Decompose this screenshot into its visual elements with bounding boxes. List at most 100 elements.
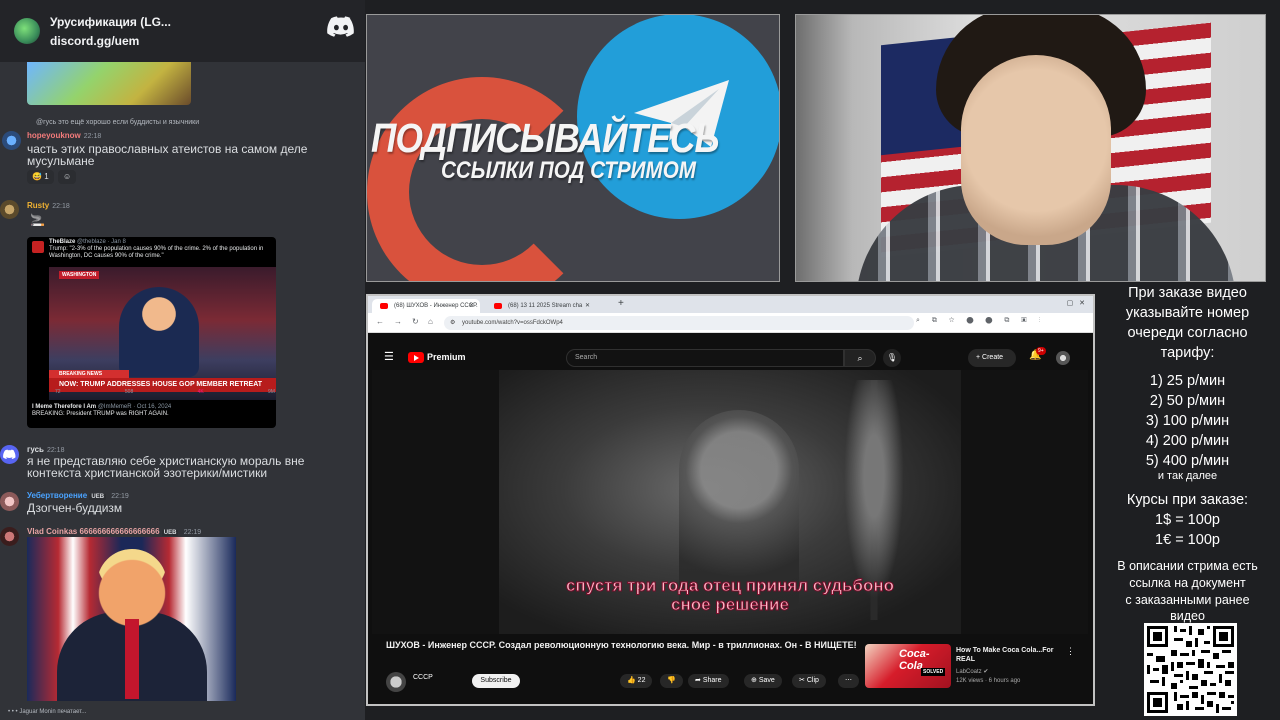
close-tab-icon[interactable]: ✕ (585, 299, 590, 313)
channel-name[interactable]: СССР (413, 674, 433, 681)
browser-tab-active[interactable]: (68) ШУХОВ - Инженер СССР. ✕ (372, 299, 480, 313)
tweet-video[interactable]: WASHINGTON BREAKING NEWS NOW: TRUMP ADDR… (49, 267, 276, 400)
server-invite[interactable]: discord.gg/uem (50, 34, 171, 48)
recommendation-meta: 12K views · 6 hours ago (956, 678, 1021, 684)
forward-icon[interactable]: → (394, 317, 402, 326)
tariff-line: 3) 100 р/мин (1145, 413, 1230, 429)
desc-line: В описании стрима есть (1117, 559, 1258, 573)
username-text[interactable]: Уебертворение (27, 491, 87, 500)
order-line: При заказе видео (1128, 285, 1247, 301)
youtube-logo-icon[interactable] (408, 352, 424, 363)
recommendation-title[interactable]: How To Make Coca Cola...For REAL (956, 646, 1066, 664)
tweet-text: Trump: "2-3% of the population causes 90… (49, 246, 264, 259)
recommendation-channel-name[interactable]: LabCoatz (956, 669, 982, 675)
desc-line: с заказанными ранее (1125, 593, 1250, 607)
username-text[interactable]: hopeyouknow (27, 131, 81, 140)
reply-count[interactable]: 72 (55, 389, 61, 395)
scissors-icon: ✂ (799, 677, 805, 684)
tariff-line: 5) 400 р/мин (1145, 453, 1230, 469)
typing-text: Jaguar Monin печатает... (19, 709, 87, 715)
create-button[interactable]: + Create (968, 349, 1016, 367)
thumbs-down-icon: 👎 (667, 677, 676, 684)
gif-attachment[interactable] (27, 537, 236, 701)
username[interactable]: гусь 22:18 (27, 445, 64, 454)
tweet-author: TheBlaze (49, 239, 76, 245)
previous-image-attachment[interactable] (27, 62, 191, 105)
microphone-icon[interactable]: 🎙 (883, 349, 901, 367)
avatar[interactable] (0, 492, 19, 511)
breaking-news-label: BREAKING NEWS (49, 370, 129, 378)
reload-icon[interactable]: ↻ (412, 317, 419, 326)
avatar[interactable] (2, 131, 21, 150)
webcam-feed (795, 14, 1266, 282)
username[interactable]: Vlad Coinkas 666666666666666666 UEB 22:1… (27, 527, 201, 536)
recommendation-thumbnail[interactable]: Coca-Cola SOLVED (865, 644, 951, 688)
share-icon: ➦ (695, 677, 701, 684)
add-reaction-icon[interactable]: ☺ (58, 170, 77, 184)
desc-line: видео (1170, 609, 1205, 623)
youtube-favicon-icon (494, 303, 502, 309)
youtube-header: ☰ Premium Search ⌕ 🎙 + Create 🔔 9+ (368, 344, 1093, 370)
like-count[interactable]: 4K (198, 389, 204, 395)
toolbar-extension-icons[interactable]: ⌕ ⧉ ☆ ⬤ ⬤ ⧉ ▣ ⋮ (916, 317, 1045, 325)
back-icon[interactable]: ← (376, 317, 384, 326)
server-icon (14, 18, 40, 44)
save-icon: ⊕ (751, 677, 757, 684)
stream-layout: Урусификация (LG... discord.gg/uem @гусь… (0, 0, 1280, 720)
clip-label: Clip (806, 677, 819, 684)
quote-author: I Meme Therefore I Am (32, 404, 97, 410)
search-icon[interactable]: ⌕ (844, 349, 876, 367)
recommendation-channel[interactable]: LabCoatz ✔ (956, 668, 988, 675)
username[interactable]: Rusty 22:18 (27, 201, 70, 210)
url-input[interactable]: ⚙ youtube.com/watch?v=ossFdckOWp4 (444, 316, 914, 330)
timestamp: 22:18 (46, 447, 65, 454)
qr-code[interactable] (1144, 623, 1237, 716)
close-tab-icon[interactable]: ✕ (469, 299, 474, 313)
qr-code-icon (1147, 626, 1234, 713)
tweet-handle: @theblaze · Jan 8 (77, 239, 126, 245)
new-tab-icon[interactable]: + (618, 298, 624, 309)
menu-icon[interactable]: ☰ (384, 350, 394, 363)
rates-title: Курсы при заказе: (1126, 492, 1249, 508)
site-info-icon[interactable]: ⚙ (450, 316, 455, 330)
username-text[interactable]: гусь (27, 445, 44, 454)
rate-usd: 1$ = 100р (1155, 512, 1220, 528)
emoji-sticker: 🚬 (30, 213, 45, 227)
username-text[interactable]: Rusty (27, 201, 49, 210)
username[interactable]: hopeyouknow 22:18 (27, 131, 101, 140)
view-count[interactable]: 9M (268, 389, 275, 395)
search-input[interactable]: Search (566, 349, 844, 367)
dislike-button[interactable]: 👎 (660, 674, 683, 688)
window-controls[interactable]: ▢ ✕ (1067, 299, 1085, 307)
more-actions-icon[interactable]: ⋯ (838, 674, 859, 688)
subtitle-line-1: спустя три года отец принял судьбоно (565, 576, 895, 596)
home-icon[interactable]: ⌂ (428, 317, 433, 326)
avatar[interactable] (0, 445, 19, 464)
avatar[interactable] (0, 527, 19, 546)
speaker-figure (119, 287, 199, 377)
avatar[interactable] (0, 200, 19, 219)
subscribe-button[interactable]: Subscribe (472, 674, 520, 688)
like-button[interactable]: 👍 22 (620, 674, 653, 688)
server-name: Урусификация (LG... (50, 14, 171, 29)
clip-button[interactable]: ✂ Clip (792, 674, 826, 688)
video-player[interactable]: спустя три года отец принял судьбоно сно… (372, 370, 1088, 634)
share-button[interactable]: ➦ Share (688, 674, 729, 688)
video-title: ШУХОВ - Инженер СССР. Создал революционн… (386, 640, 857, 650)
retweet-count[interactable]: 508 (125, 389, 133, 395)
reply-preview[interactable]: @гусь это ещё хорошо если буддисты и язы… (36, 119, 199, 126)
browser-window: (68) ШУХОВ - Инженер СССР. ✕ (68) 13 11 … (366, 294, 1095, 706)
twitter-embed[interactable]: TheBlaze @theblaze · Jan 8 Trump: "2-3% … (27, 237, 276, 428)
server-header[interactable]: Урусификация (LG... discord.gg/uem (0, 0, 365, 62)
reaction-button[interactable]: 😅 1 (27, 170, 54, 184)
username[interactable]: Уебертворение UEB 22:19 (27, 491, 129, 500)
youtube-premium-label[interactable]: Premium (427, 352, 466, 362)
account-avatar[interactable] (1056, 351, 1070, 365)
username-text[interactable]: Vlad Coinkas 666666666666666666 (27, 527, 160, 536)
more-options-icon[interactable]: ⋮ (1066, 646, 1075, 657)
quoted-tweet[interactable]: I Meme Therefore I Am @ImMemeR · Oct 16,… (32, 404, 272, 418)
browser-tab[interactable]: (68) 13 11 2025 Stream cha ✕ (486, 299, 596, 313)
channel-avatar[interactable] (386, 672, 406, 692)
address-bar: ← → ↻ ⌂ ⚙ youtube.com/watch?v=ossFdckOWp… (368, 313, 1093, 333)
save-button[interactable]: ⊕ Save (744, 674, 782, 688)
